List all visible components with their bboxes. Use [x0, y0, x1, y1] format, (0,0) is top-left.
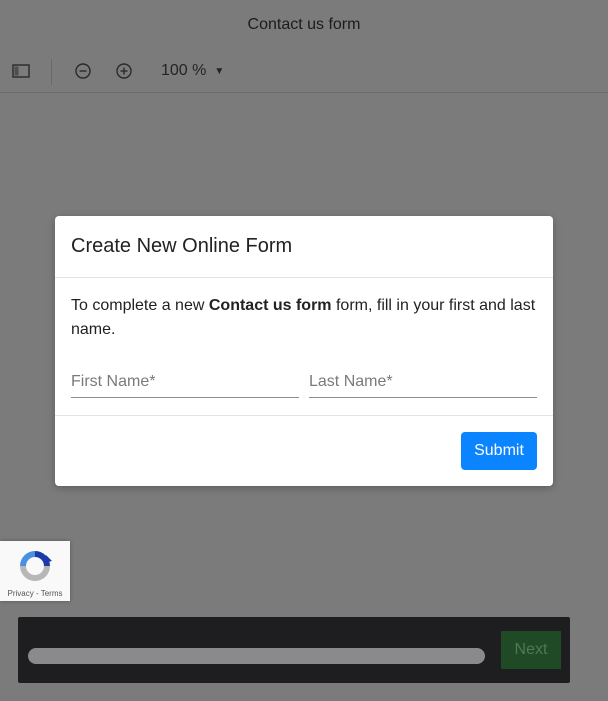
- dialog-instructions: To complete a new Contact us form form, …: [71, 294, 537, 342]
- document-title: Contact us form: [247, 16, 361, 33]
- dialog-header: Create New Online Form: [55, 216, 553, 278]
- zoom-in-icon: [116, 63, 132, 79]
- recaptcha-badge[interactable]: Privacy - Terms: [0, 541, 70, 601]
- viewer-toolbar: 100 % ▼: [0, 50, 608, 93]
- zoom-dropdown[interactable]: 100 % ▼: [161, 60, 224, 82]
- last-name-input[interactable]: [309, 362, 537, 398]
- recaptcha-links: Privacy - Terms: [0, 589, 70, 598]
- recaptcha-icon: [20, 551, 52, 581]
- progress-fill: [28, 648, 485, 664]
- terms-link[interactable]: Terms: [41, 589, 63, 598]
- viewer-titlebar: Contact us form: [0, 0, 608, 50]
- dialog-footer: Submit: [55, 415, 553, 486]
- instructions-prefix: To complete a new: [71, 297, 209, 314]
- privacy-link[interactable]: Privacy: [8, 589, 34, 598]
- dialog-title: Create New Online Form: [71, 235, 293, 257]
- zoom-out-icon: [75, 63, 91, 79]
- name-fields: [71, 362, 537, 398]
- zoom-out-button[interactable]: [71, 59, 95, 83]
- caret-down-icon: ▼: [214, 65, 225, 77]
- submit-button[interactable]: Submit: [461, 432, 537, 470]
- dialog-body: To complete a new Contact us form form, …: [55, 278, 553, 398]
- form-navigation-bar: Next: [18, 617, 570, 683]
- zoom-in-button[interactable]: [112, 59, 136, 83]
- progress-bar: [28, 648, 485, 664]
- sidebar-toggle-icon: [12, 64, 30, 78]
- next-button[interactable]: Next: [501, 631, 561, 669]
- form-name: Contact us form: [208, 297, 332, 314]
- first-name-input[interactable]: [71, 362, 299, 398]
- create-form-dialog: Create New Online Form To complete a new…: [55, 216, 553, 486]
- zoom-level: 100 %: [161, 62, 207, 79]
- sidebar-toggle-button[interactable]: [9, 59, 33, 83]
- toolbar-divider: [51, 59, 52, 85]
- links-separator: -: [33, 589, 41, 598]
